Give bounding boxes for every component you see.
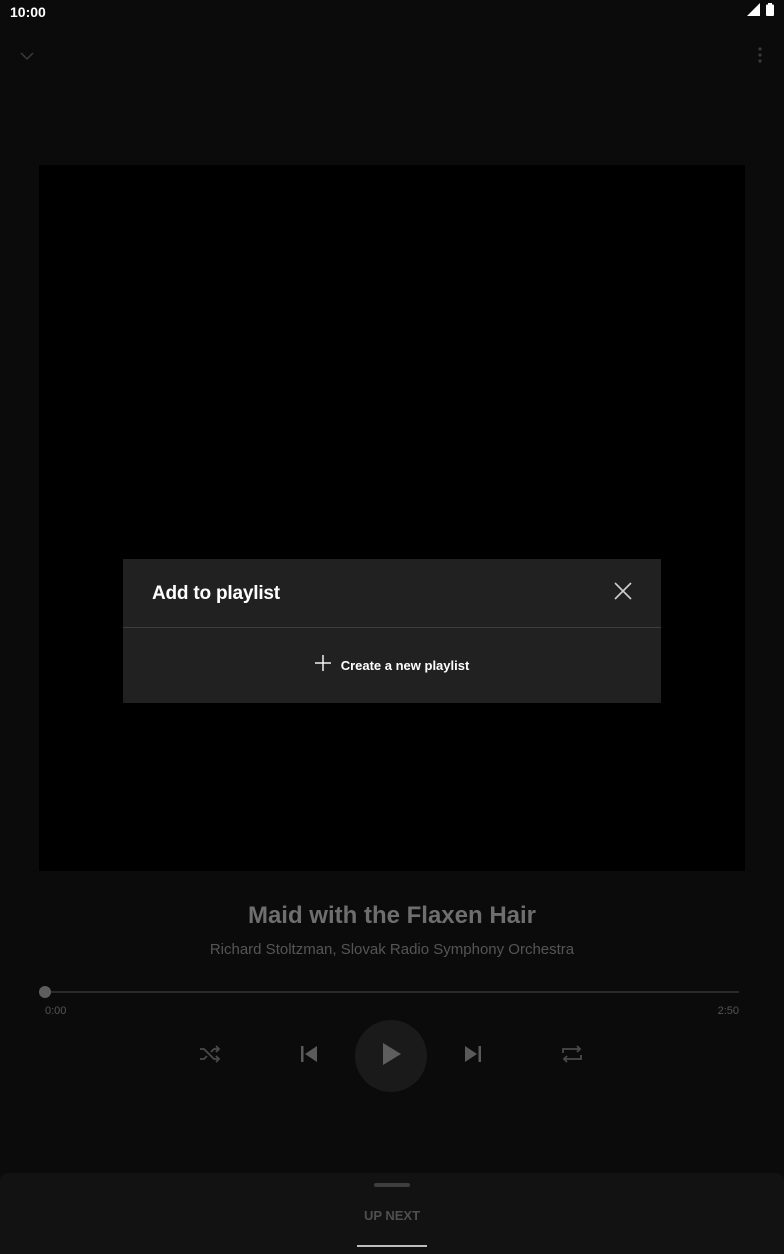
time-current: 0:00 (45, 1005, 67, 1017)
status-bar: 10:00 (0, 0, 784, 24)
previous-button[interactable] (295, 1042, 323, 1070)
top-bar (0, 40, 784, 74)
chevron-down-icon (20, 48, 34, 66)
create-new-playlist-button[interactable]: Create a new playlist (123, 628, 661, 703)
dialog-title: Add to playlist (152, 583, 280, 604)
close-dialog-button[interactable] (611, 581, 635, 605)
dialog-header: Add to playlist (123, 559, 661, 628)
repeat-button[interactable] (558, 1042, 586, 1070)
shuffle-icon (199, 1044, 221, 1068)
progress-thumb[interactable] (39, 986, 51, 998)
more-options-button[interactable] (752, 44, 768, 70)
battery-icon (766, 3, 774, 21)
now-playing-screen: 10:00 Maid with the Flaxen Hair Richard … (0, 0, 784, 1254)
add-to-playlist-dialog: Add to playlist Create a new playlist (123, 559, 661, 703)
shuffle-button[interactable] (196, 1042, 224, 1070)
song-title: Maid with the Flaxen Hair (247, 902, 537, 929)
sheet-handle[interactable] (374, 1183, 410, 1187)
progress-track[interactable] (45, 991, 739, 993)
more-vert-icon (758, 46, 762, 68)
plus-icon (314, 655, 331, 676)
create-playlist-label: Create a new playlist (340, 658, 470, 673)
status-icons (747, 3, 774, 21)
play-button[interactable] (355, 1020, 427, 1092)
skip-previous-icon (299, 1045, 319, 1068)
collapse-player-button[interactable] (14, 44, 40, 70)
album-artwork (39, 165, 745, 871)
repeat-icon (561, 1044, 583, 1069)
close-icon (614, 581, 632, 605)
tab-up-next[interactable]: UP NEXT (340, 1201, 444, 1251)
signal-icon (747, 3, 760, 21)
status-time: 10:00 (10, 4, 46, 20)
next-button[interactable] (459, 1042, 487, 1070)
skip-next-icon (463, 1045, 483, 1068)
time-total: 2:50 (717, 1005, 739, 1017)
play-icon (380, 1042, 402, 1071)
tab-indicator (357, 1245, 427, 1247)
song-artist: Richard Stoltzman, Slovak Radio Symphony… (209, 941, 575, 958)
playback-controls (0, 1020, 784, 1092)
up-next-sheet[interactable]: UP NEXT (0, 1173, 784, 1254)
